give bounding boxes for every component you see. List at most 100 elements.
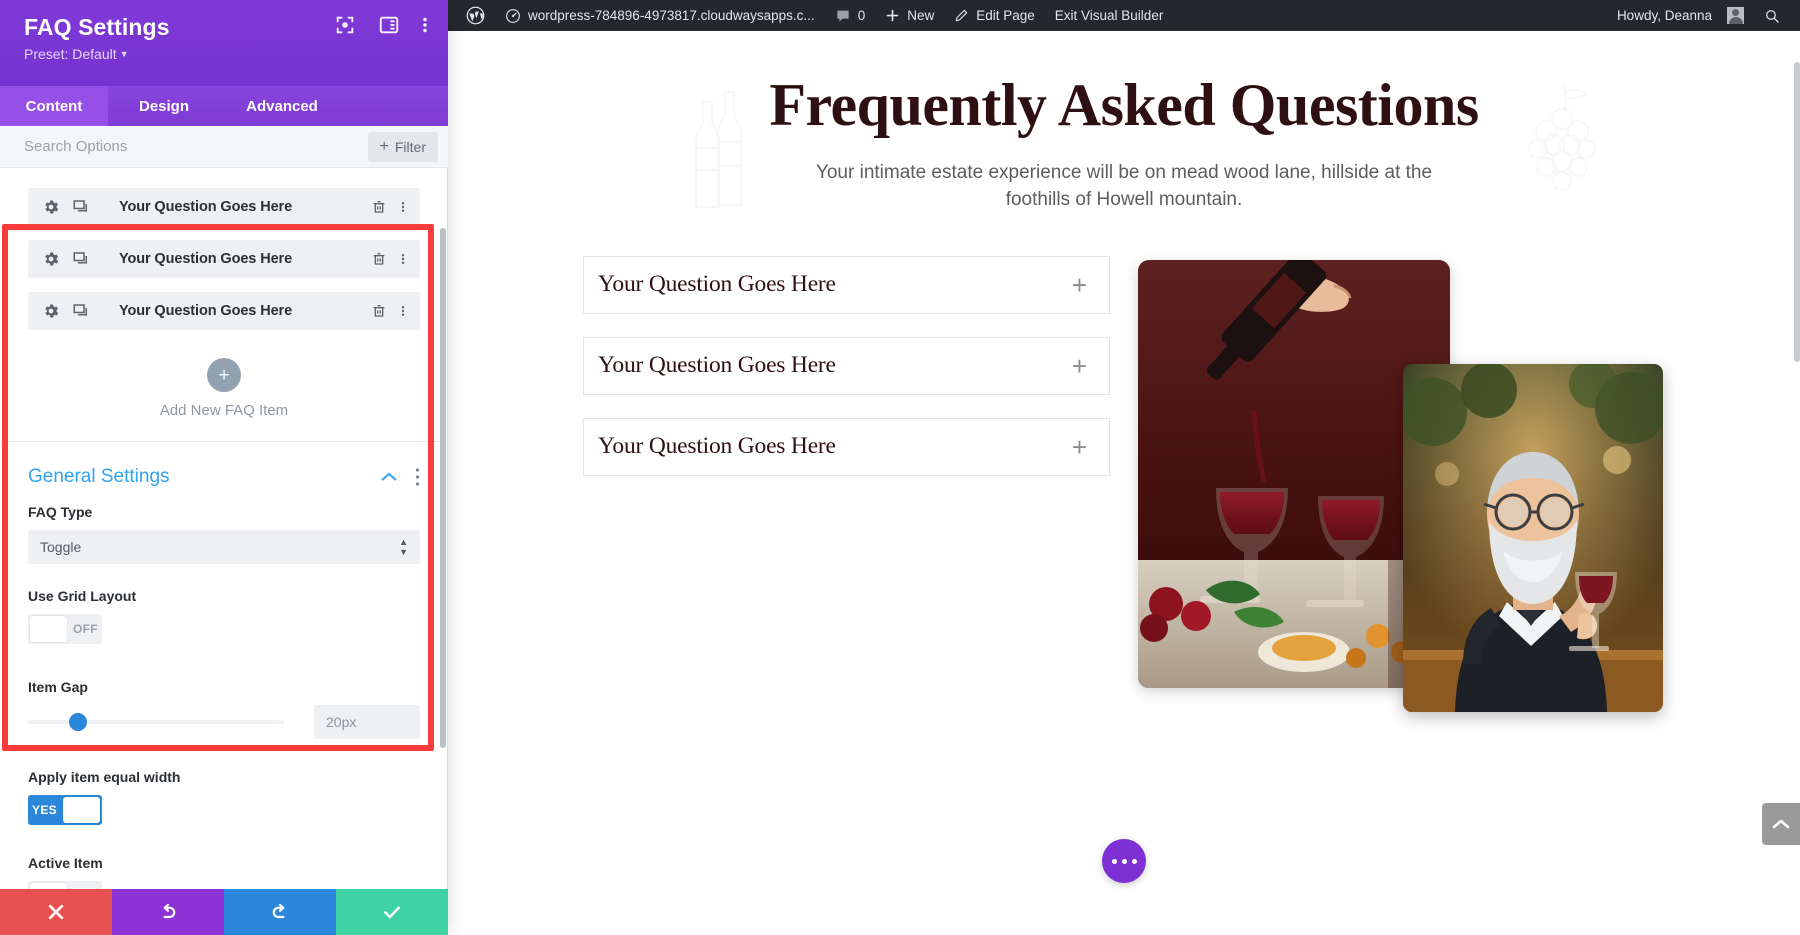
wordpress-page-area: wordpress-784896-4973817.cloudwaysapps.c… xyxy=(448,0,1800,935)
tab-content[interactable]: Content xyxy=(0,86,108,126)
plus-icon[interactable]: + xyxy=(1072,272,1087,298)
kebab-menu-icon[interactable] xyxy=(400,250,406,268)
search-input[interactable]: Search Options xyxy=(24,138,127,155)
undo-icon xyxy=(163,903,176,919)
dashboard-gauge-icon xyxy=(506,8,520,23)
item-gap-field: Item Gap 20px xyxy=(0,647,448,739)
filter-button[interactable]: + Filter xyxy=(367,132,438,162)
cancel-button[interactable] xyxy=(0,889,112,935)
new-content-button[interactable]: New xyxy=(875,0,944,31)
layout-columns-icon[interactable] xyxy=(378,14,400,36)
divi-settings-panel: FAQ Settings Preset: Default ▼ Content D… xyxy=(0,0,448,935)
faq-toggle-item[interactable]: Your Question Goes Here + xyxy=(583,255,1110,314)
page-canvas: Frequently Asked Questions Your intimate… xyxy=(448,31,1800,935)
pencil-icon xyxy=(955,9,968,22)
faq-question-label: Your Question Goes Here xyxy=(598,433,836,460)
preset-selector[interactable]: Preset: Default ▼ xyxy=(24,46,129,62)
trash-icon[interactable] xyxy=(371,302,387,320)
chevron-up-icon xyxy=(1772,819,1790,829)
trash-icon[interactable] xyxy=(371,198,387,216)
faq-type-select[interactable]: Toggle ▲ ▼ xyxy=(28,530,420,564)
preset-label: Preset: Default xyxy=(24,46,117,62)
use-grid-layout-field: Use Grid Layout OFF xyxy=(0,564,448,647)
hero-section: Frequently Asked Questions Your intimate… xyxy=(448,31,1800,214)
general-settings-title: General Settings xyxy=(28,466,170,487)
exit-visual-builder-button[interactable]: Exit Visual Builder xyxy=(1045,0,1174,31)
edit-page-button[interactable]: Edit Page xyxy=(944,0,1045,31)
item-gap-value[interactable]: 20px xyxy=(314,705,420,739)
filter-label: Filter xyxy=(394,139,426,155)
edit-page-label: Edit Page xyxy=(976,8,1035,23)
tab-advanced[interactable]: Advanced xyxy=(220,86,344,126)
comment-bubble-icon xyxy=(837,10,849,22)
panel-edge-divider xyxy=(447,168,448,935)
gear-icon[interactable] xyxy=(42,250,60,268)
faq-item-row[interactable]: Your Question Goes Here xyxy=(28,240,420,278)
apply-item-equal-width-toggle[interactable]: YES xyxy=(28,795,102,825)
faq-type-value: Toggle xyxy=(40,539,82,555)
duplicate-icon[interactable] xyxy=(72,198,90,216)
focus-target-icon[interactable] xyxy=(334,14,356,36)
faq-toggle-item[interactable]: Your Question Goes Here + xyxy=(583,336,1110,395)
man-tasting-wine-photo xyxy=(1403,363,1663,712)
comments-count: 0 xyxy=(857,8,866,23)
dot xyxy=(1111,858,1117,864)
undo-button[interactable] xyxy=(112,889,224,935)
page-settings-fab[interactable] xyxy=(1102,839,1146,883)
wp-logo-button[interactable] xyxy=(456,0,495,31)
faq-item-row[interactable]: Your Question Goes Here xyxy=(28,292,420,330)
redo-icon xyxy=(272,903,285,919)
slider-fill xyxy=(28,720,75,724)
save-button[interactable] xyxy=(336,889,448,935)
faq-item-label: Your Question Goes Here xyxy=(118,251,293,267)
kebab-menu-icon[interactable] xyxy=(422,14,428,36)
item-gap-label: Item Gap xyxy=(28,679,88,695)
chevron-up-icon[interactable] xyxy=(381,472,397,482)
search-options-bar[interactable]: Search Options + Filter xyxy=(0,126,448,168)
screen-root: FAQ Settings Preset: Default ▼ Content D… xyxy=(0,0,1800,935)
plus-icon[interactable]: + xyxy=(1072,434,1087,460)
comments-button[interactable]: 0 xyxy=(825,0,876,31)
add-new-faq-item-button[interactable]: + Add New FAQ Item xyxy=(0,344,448,442)
plus-icon[interactable]: + xyxy=(207,358,241,392)
item-gap-slider[interactable] xyxy=(28,713,284,731)
panel-header-icons xyxy=(334,14,428,36)
toggle-knob xyxy=(30,616,67,642)
duplicate-icon[interactable] xyxy=(72,250,90,268)
howdy-label: Howdy, Deanna xyxy=(1616,8,1712,23)
kebab-menu-icon[interactable] xyxy=(400,302,406,320)
account-menu-button[interactable]: Howdy, Deanna xyxy=(1607,0,1754,31)
avatar xyxy=(1727,7,1744,24)
panel-scrollbar[interactable] xyxy=(440,228,446,748)
gear-icon[interactable] xyxy=(42,302,60,320)
site-name-label: wordpress-784896-4973817.cloudwaysapps.c… xyxy=(528,8,815,23)
faq-item-row[interactable]: Your Question Goes Here xyxy=(28,188,420,226)
duplicate-icon[interactable] xyxy=(72,302,90,320)
gear-icon[interactable] xyxy=(42,198,60,216)
faq-toggle-item[interactable]: Your Question Goes Here + xyxy=(583,417,1110,476)
wp-admin-bar: wordpress-784896-4973817.cloudwaysapps.c… xyxy=(448,0,1800,31)
page-scrollbar[interactable] xyxy=(1794,62,1800,935)
faq-item-label: Your Question Goes Here xyxy=(118,199,293,215)
use-grid-layout-label: Use Grid Layout xyxy=(28,588,137,604)
faq-type-field: FAQ Type Toggle ▲ ▼ xyxy=(0,504,448,564)
check-icon xyxy=(384,906,400,919)
tab-design[interactable]: Design xyxy=(108,86,220,126)
use-grid-layout-toggle[interactable]: OFF xyxy=(28,614,102,644)
faq-type-label: FAQ Type xyxy=(28,504,93,520)
search-icon xyxy=(1766,9,1779,23)
search-button[interactable] xyxy=(1754,0,1790,31)
redo-button[interactable] xyxy=(224,889,336,935)
panel-header: FAQ Settings Preset: Default ▼ xyxy=(0,0,448,86)
scrollbar-thumb[interactable] xyxy=(1794,62,1800,362)
plus-icon[interactable]: + xyxy=(1072,353,1087,379)
faq-items-list: Your Question Goes Here Your Question Go… xyxy=(0,168,448,330)
kebab-menu-icon[interactable] xyxy=(415,466,420,488)
close-icon xyxy=(48,904,64,920)
kebab-menu-icon[interactable] xyxy=(400,198,406,216)
general-settings-section-header[interactable]: General Settings xyxy=(0,442,448,504)
site-name-button[interactable]: wordpress-784896-4973817.cloudwaysapps.c… xyxy=(495,0,825,31)
slider-handle[interactable] xyxy=(68,713,87,731)
plus-icon xyxy=(886,9,899,22)
trash-icon[interactable] xyxy=(371,250,387,268)
